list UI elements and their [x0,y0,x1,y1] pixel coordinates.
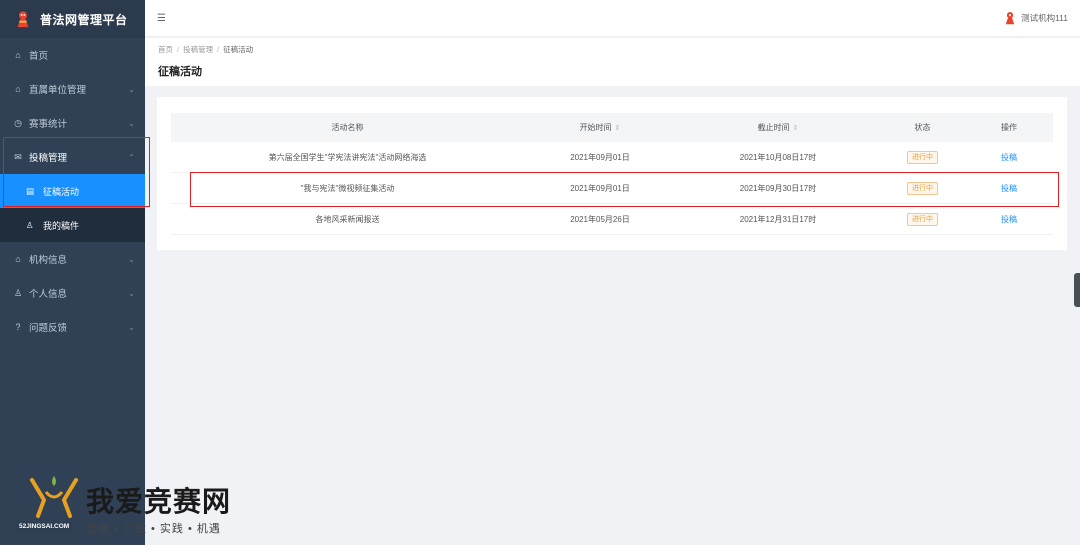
sidebar-item-label: 我的稿件 [43,220,80,231]
sidebar-subitem-call-for-papers[interactable]: ▤ 征稿活动 [0,174,145,208]
side-drawer-handle[interactable] [1074,273,1080,307]
cell-end: 2021年10月08日17时 [739,152,817,162]
brand[interactable]: 普法网管理平台 [0,0,145,38]
watermark-tagline: 比赛 • 公益 • 实践 • 机遇 [86,523,221,535]
breadcrumb-separator: / [177,45,180,54]
cell-name: 各地风采新闻报送 [315,214,380,224]
table-header: 活动名称 开始时间 ⇕ 截止时间 ⇕ 状态 操作 [171,113,1053,142]
mail-icon: ✉ [14,151,22,162]
column-header-end[interactable]: 截止时间 ⇕ [676,122,880,133]
cell-start: 2021年09月01日 [570,152,630,162]
chevron-up-icon: ⌃ [128,152,135,162]
cell-status: 进行中 [880,181,965,195]
table-row: "我与宪法"微视频征集活动 2021年09月01日 2021年09月30日17时… [171,173,1053,204]
chevron-down-icon: ⌄ [128,254,135,264]
page-header: 首页 / 投稿管理 / 征稿活动 征稿活动 [145,38,1080,86]
home-icon: ⌂ [15,50,21,60]
sidebar-item-label: 投稿管理 [29,153,68,164]
home-icon: ⌂ [15,84,21,94]
sort-icon[interactable]: ⇕ [793,125,799,132]
page-title: 征稿活动 [158,66,202,78]
user-menu[interactable]: 测试机构111 [1003,11,1068,25]
sort-icon[interactable]: ⇕ [615,125,621,132]
watermark-url: 52JINGSAI.COM [16,522,73,531]
hamburger-icon[interactable]: ☰ [157,13,166,24]
submit-link[interactable]: 投稿 [1001,184,1017,193]
bank-icon: ⌂ [15,254,21,264]
sidebar-item-submissions[interactable]: ✉ 投稿管理 ⌃ [0,140,145,174]
cell-action: 投稿 [965,183,1053,194]
sidebar-item-personal-info[interactable]: ♙ 个人信息 ⌄ [0,276,145,310]
sidebar: 普法网管理平台 ⌂ 首页 ⌂ 直属单位管理 ⌄ ◷ 赛事统计 ⌄ ✉ 投稿管理 … [0,0,145,545]
submit-link[interactable]: 投稿 [1001,153,1017,162]
sidebar-item-stats[interactable]: ◷ 赛事统计 ⌄ [0,106,145,140]
status-badge: 进行中 [907,181,938,195]
breadcrumb-item-home[interactable]: 首页 [158,45,173,54]
breadcrumb-item-submissions[interactable]: 投稿管理 [183,45,213,54]
table-row: 第六届全国学生"学宪法讲宪法"活动网络海选 2021年09月01日 2021年1… [171,142,1053,173]
sidebar-item-units[interactable]: ⌂ 直属单位管理 ⌄ [0,72,145,106]
avatar [1005,12,1015,25]
chevron-down-icon: ⌄ [128,118,135,128]
column-header-start[interactable]: 开始时间 ⇕ [524,122,676,133]
watermark-title: 我爱竞赛网 [86,485,232,518]
mascot-logo-icon [17,11,29,28]
cell-start: 2021年05月26日 [570,214,630,224]
breadcrumb-separator: / [217,45,220,54]
sidebar-item-label: 首页 [29,51,49,62]
sidebar-item-feedback[interactable]: ? 问题反馈 ⌄ [0,310,145,344]
activity-table: 活动名称 开始时间 ⇕ 截止时间 ⇕ 状态 操作 第六届全国学生"学宪法讲宪法"活动… [171,113,1053,235]
cell-end: 2021年09月30日17时 [739,183,817,193]
sidebar-item-label: 赛事统计 [29,119,68,130]
watermark: 我爱竞赛网 52JINGSAI.COM 比赛 • 公益 • 实践 • 机遇 [16,472,276,538]
column-header-label: 开始时间 [579,123,612,132]
sidebar-item-label: 直属单位管理 [29,85,87,96]
cell-action: 投稿 [965,214,1053,225]
user-icon: ♙ [26,219,34,230]
status-badge: 进行中 [907,150,938,164]
chevron-down-icon: ⌄ [128,288,135,298]
breadcrumb-item-current: 征稿活动 [223,45,254,54]
cell-end: 2021年12月31日17时 [739,214,817,224]
cell-name: "我与宪法"微视频征集活动 [300,183,395,193]
activity-table-card: 活动名称 开始时间 ⇕ 截止时间 ⇕ 状态 操作 第六届全国学生"学宪法讲宪法"活动… [157,97,1067,250]
cell-status: 进行中 [880,150,965,164]
sidebar-item-home[interactable]: ⌂ 首页 [0,38,145,72]
sidebar-item-label: 征稿活动 [43,186,80,197]
user-name: 测试机构111 [1021,13,1068,23]
sidebar-item-label: 个人信息 [29,289,68,300]
column-header-label: 截止时间 [757,123,790,132]
top-header: ☰ 测试机构111 [145,0,1080,37]
table-row: 各地风采新闻报送 2021年05月26日 2021年12月31日17时 进行中 … [171,204,1053,235]
user-icon: ♙ [13,287,23,298]
submit-link[interactable]: 投稿 [1001,215,1017,224]
sidebar-item-org-info[interactable]: ⌂ 机构信息 ⌄ [0,242,145,276]
cell-status: 进行中 [880,212,965,226]
column-header-status: 状态 [914,123,931,132]
status-badge: 进行中 [907,212,938,226]
cell-start: 2021年09月01日 [570,183,630,193]
cell-action: 投稿 [965,152,1053,163]
help-icon: ? [15,322,21,332]
document-icon: ▤ [26,185,35,196]
column-header-name: 活动名称 [331,123,364,132]
sidebar-subitem-my-manuscripts[interactable]: ♙ 我的稿件 [0,208,145,242]
trophy-logo-icon [30,476,78,518]
clock-icon: ◷ [14,117,22,128]
app-title: 普法网管理平台 [40,12,128,27]
chevron-down-icon: ⌄ [128,84,135,94]
chevron-down-icon: ⌄ [128,322,135,332]
sidebar-item-label: 问题反馈 [29,323,68,334]
column-header-action: 操作 [1001,123,1017,132]
cell-name: 第六届全国学生"学宪法讲宪法"活动网络海选 [268,152,427,162]
breadcrumb: 首页 / 投稿管理 / 征稿活动 [158,44,253,55]
sidebar-item-label: 机构信息 [29,255,68,266]
